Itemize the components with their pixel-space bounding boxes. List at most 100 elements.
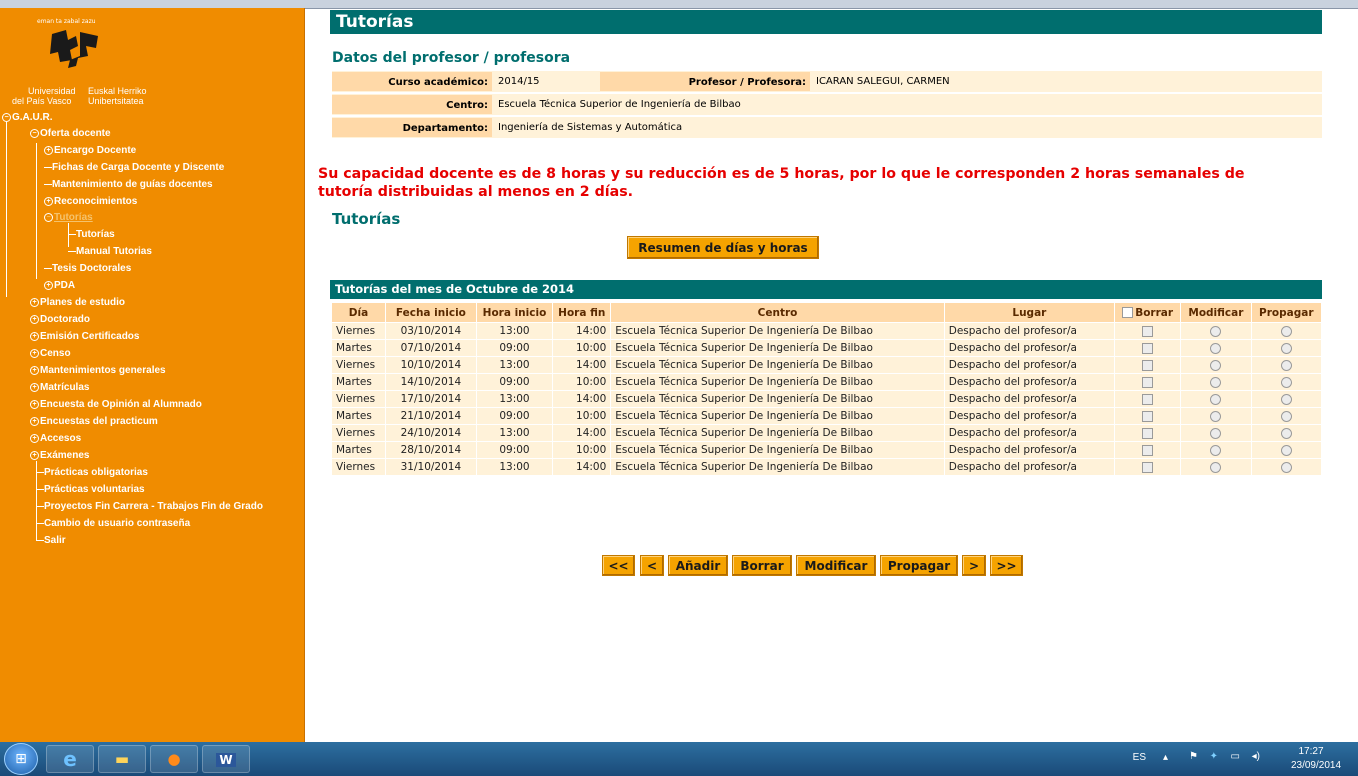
cell-fecha-inicio: 10/10/2014 (386, 357, 476, 373)
sidebar-item-fichas-carga[interactable]: Fichas de Carga Docente y Discente (44, 159, 224, 176)
row-modify-radio[interactable] (1210, 444, 1222, 456)
dropbox-icon[interactable]: ✦ (1210, 751, 1218, 762)
row-delete-checkbox[interactable] (1142, 359, 1154, 371)
row-modify-radio[interactable] (1210, 342, 1222, 354)
row-delete-checkbox[interactable] (1142, 461, 1154, 473)
modify-button[interactable]: Modificar (796, 555, 876, 576)
cell-dia: Martes (332, 374, 386, 390)
last-page-button[interactable]: >> (990, 555, 1023, 576)
row-propagate-radio-cell (1251, 340, 1321, 356)
start-button[interactable]: ⊞ (4, 743, 38, 775)
info-row-centro: Centro: Escuela Técnica Superior de Inge… (332, 94, 1322, 115)
cell-hora-fin: 10:00 (553, 408, 611, 424)
volume-icon[interactable]: ◂) (1252, 751, 1260, 762)
row-modify-radio-cell (1181, 442, 1251, 458)
cell-dia: Viernes (332, 391, 386, 407)
tree-line (6, 121, 7, 297)
word-button[interactable]: W (202, 745, 250, 773)
row-modify-radio-cell (1181, 459, 1251, 475)
row-modify-radio[interactable] (1210, 461, 1222, 473)
sidebar-item-pda[interactable]: + PDA (44, 277, 75, 294)
delete-button[interactable]: Borrar (732, 555, 792, 576)
row-propagate-radio[interactable] (1280, 427, 1292, 439)
row-modify-radio[interactable] (1210, 393, 1222, 405)
sidebar-item-proyectos-fin-carrera[interactable]: Proyectos Fin Carrera - Trabajos Fin de … (36, 498, 263, 515)
internet-explorer-button[interactable]: e (46, 745, 94, 773)
cell-centro: Escuela Técnica Superior De Ingeniería D… (611, 459, 944, 475)
row-delete-checkbox[interactable] (1142, 325, 1154, 337)
row-propagate-radio[interactable] (1280, 376, 1292, 388)
sidebar-item-tutorias[interactable]: Tutorías (68, 226, 115, 243)
row-modify-radio[interactable] (1210, 376, 1222, 388)
sidebar-item-accesos[interactable]: + Accesos (30, 430, 81, 447)
action-center-flag-icon[interactable]: ⚑ (1189, 751, 1198, 762)
sidebar-item-censo[interactable]: + Censo (30, 345, 71, 362)
row-modify-radio[interactable] (1210, 325, 1222, 337)
row-propagate-radio[interactable] (1280, 325, 1292, 337)
sidebar-item-salir[interactable]: Salir (36, 532, 66, 549)
language-indicator[interactable]: ES (1133, 752, 1146, 763)
sidebar-item-tesis-doctorales[interactable]: Tesis Doctorales (44, 260, 131, 277)
first-page-button[interactable]: << (602, 555, 635, 576)
propagate-button[interactable]: Propagar (880, 555, 958, 576)
cell-dia: Martes (332, 408, 386, 424)
row-propagate-radio[interactable] (1280, 461, 1292, 473)
sidebar-item-manual-tutorias[interactable]: Manual Tutorias (68, 243, 152, 260)
sidebar-item-practicas-obligatorias[interactable]: Prácticas obligatorias (36, 464, 148, 481)
cell-fecha-inicio: 07/10/2014 (386, 340, 476, 356)
sidebar-item-encargo-docente[interactable]: + Encargo Docente (44, 142, 136, 159)
row-delete-checkbox[interactable] (1142, 427, 1154, 439)
row-delete-checkbox[interactable] (1142, 376, 1154, 388)
tree-root[interactable]: − G.A.U.R. (2, 109, 53, 126)
row-propagate-radio[interactable] (1280, 393, 1292, 405)
clock-time[interactable]: 17:27 (1286, 746, 1336, 757)
row-delete-checkbox[interactable] (1142, 342, 1154, 354)
expand-icon: + (30, 416, 39, 426)
clock-date[interactable]: 23/09/2014 (1286, 760, 1346, 771)
sidebar-item-guias-docentes[interactable]: Mantenimiento de guías docentes (44, 176, 213, 193)
cell-fecha-inicio: 03/10/2014 (386, 323, 476, 339)
table-body: Viernes 03/10/2014 13:00 14:00 Escuela Técni… (332, 323, 1321, 475)
sidebar-item-practicas-voluntarias[interactable]: Prácticas voluntarias (36, 481, 145, 498)
cell-centro: Escuela Técnica Superior De Ingeniería D… (611, 442, 944, 458)
show-hidden-icons-icon[interactable]: ▴ (1163, 752, 1168, 763)
sidebar-item-matriculas[interactable]: + Matrículas (30, 379, 89, 396)
cell-hora-inicio: 13:00 (476, 425, 553, 441)
sidebar-item-doctorado[interactable]: + Doctorado (30, 311, 90, 328)
warning-line-2: tutoría distribuidas al menos en 2 días. (318, 184, 634, 200)
profesor-label: Profesor / Profesora: (600, 72, 810, 91)
row-modify-radio[interactable] (1210, 410, 1222, 422)
next-page-button[interactable]: > (962, 555, 986, 576)
firefox-button[interactable]: ● (150, 745, 198, 773)
sidebar-item-examenes[interactable]: + Exámenes (30, 447, 89, 464)
row-propagate-radio[interactable] (1280, 444, 1292, 456)
sidebar-item-encuestas-practicum[interactable]: + Encuestas del practicum (30, 413, 158, 430)
cell-dia: Martes (332, 340, 386, 356)
sidebar-item-reconocimientos[interactable]: + Reconocimientos (44, 193, 137, 210)
col-borrar-label: Borrar (1135, 306, 1174, 319)
row-modify-radio[interactable] (1210, 427, 1222, 439)
row-delete-checkbox[interactable] (1142, 444, 1154, 456)
table-row: Viernes 17/10/2014 13:00 14:00 Escuela Técni… (332, 391, 1321, 407)
row-delete-checkbox[interactable] (1142, 410, 1154, 422)
row-propagate-radio[interactable] (1280, 359, 1292, 371)
row-modify-radio-cell (1181, 323, 1251, 339)
sidebar-item-cambio-contrasena[interactable]: Cambio de usuario contraseña (36, 515, 190, 532)
sidebar-item-oferta-docente[interactable]: − Oferta docente (30, 125, 111, 142)
expand-icon: + (30, 433, 39, 443)
row-propagate-radio[interactable] (1280, 410, 1292, 422)
row-propagate-radio[interactable] (1280, 342, 1292, 354)
row-delete-checkbox[interactable] (1142, 393, 1154, 405)
sidebar-item-emision-certificados[interactable]: + Emisión Certificados (30, 328, 139, 345)
network-icon[interactable]: ▭ (1231, 751, 1240, 762)
sidebar-item-encuesta-opinion[interactable]: + Encuesta de Opinión al Alumnado (30, 396, 202, 413)
sidebar-item-mantenimientos[interactable]: + Mantenimientos generales (30, 362, 166, 379)
resumen-button[interactable]: Resumen de días y horas (627, 236, 819, 259)
row-propagate-radio-cell (1251, 425, 1321, 441)
select-all-checkbox[interactable] (1122, 307, 1134, 318)
add-button[interactable]: Añadir (668, 555, 728, 576)
sidebar-item-planes-estudio[interactable]: + Planes de estudio (30, 294, 125, 311)
prev-page-button[interactable]: < (640, 555, 664, 576)
file-explorer-button[interactable]: ▬ (98, 745, 146, 773)
row-modify-radio[interactable] (1210, 359, 1222, 371)
